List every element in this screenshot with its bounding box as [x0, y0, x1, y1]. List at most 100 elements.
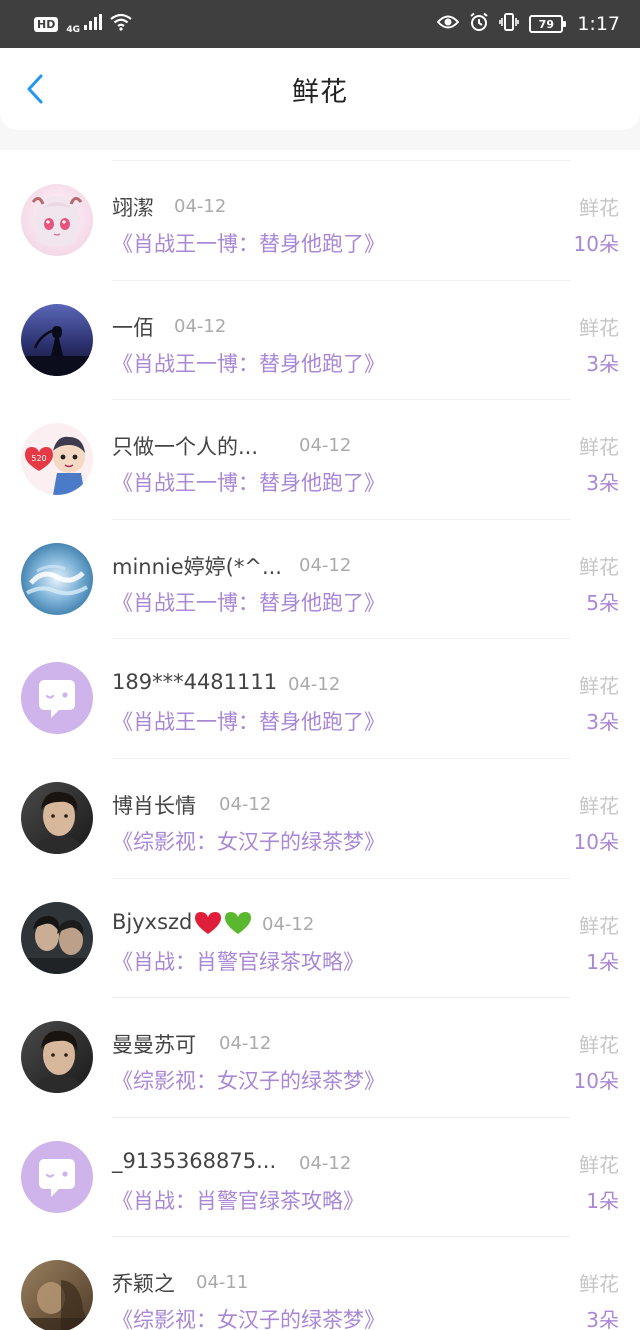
gift-row[interactable]: 189***4481111 04-12 《肖战王一博：替身他跑了》 鲜花 3朵: [0, 638, 640, 758]
portrait-avatar[interactable]: [21, 781, 93, 854]
row-divider: [112, 1116, 570, 1118]
book-title-link[interactable]: 《综影视：女汉子的绿茶梦》: [112, 1304, 385, 1330]
anime-girl-avatar[interactable]: [21, 184, 93, 256]
book-title-link[interactable]: 《肖战王一博：替身他跑了》: [112, 467, 385, 497]
gift-count: 1朵: [586, 1188, 619, 1213]
row-divider: [112, 877, 570, 879]
row-divider: [112, 1236, 570, 1238]
user-name: Bjyxszd: [112, 910, 252, 935]
gift-count: 10朵: [573, 829, 619, 854]
gift-date: 04-12: [174, 315, 227, 337]
svg-text:520: 520: [31, 454, 46, 463]
gift-row[interactable]: 翊潔 04-12 《肖战王一博：替身他跑了》 鲜花 10朵: [0, 160, 640, 280]
gift-count: 1朵: [586, 949, 619, 974]
portrait-avatar[interactable]: [21, 1021, 93, 1094]
gift-row[interactable]: 乔颖之 04-11 《综影视：女汉子的绿茶梦》 鲜花 3朵: [0, 1236, 640, 1330]
gift-type-label: 鲜花: [579, 913, 619, 938]
book-title-link[interactable]: 《肖战王一博：替身他跑了》: [112, 228, 385, 258]
ocean-avatar[interactable]: [21, 542, 93, 615]
row-divider: [112, 279, 570, 281]
green-heart-icon: [225, 911, 252, 934]
book-title-link[interactable]: 《肖战：肖警官绿茶攻略》: [112, 1185, 364, 1215]
gift-row[interactable]: 曼曼苏可 04-12 《综影视：女汉子的绿茶梦》 鲜花 10朵: [0, 997, 640, 1117]
row-divider: [112, 997, 570, 999]
row-divider: [112, 757, 570, 759]
alarm-icon: [469, 12, 489, 36]
user-name: 一佰: [112, 315, 154, 340]
nav-header: 鲜花: [0, 48, 640, 130]
book-title-link[interactable]: 《肖战：肖警官绿茶攻略》: [112, 946, 364, 976]
back-button[interactable]: [20, 74, 50, 104]
sepia-photo-avatar[interactable]: [21, 1260, 93, 1330]
user-name: 翊潔: [112, 196, 154, 220]
gift-count: 10朵: [573, 1069, 619, 1094]
gift-count: 3朵: [586, 1308, 619, 1330]
gift-count: 5朵: [586, 590, 619, 615]
gift-type-label: 鲜花: [579, 554, 619, 579]
eye-icon: [436, 14, 460, 34]
default-chat-avatar[interactable]: [21, 662, 93, 735]
page-title: 鲜花: [292, 76, 348, 108]
gift-row[interactable]: 博肖长情 04-12 《综影视：女汉子的绿茶梦》 鲜花 10朵: [0, 757, 640, 878]
gift-type-label: 鲜花: [579, 435, 619, 460]
cartoon-520-avatar[interactable]: 520: [21, 423, 93, 496]
gift-date: 04-12: [299, 435, 352, 457]
battery-indicator: 79: [529, 15, 567, 33]
gift-date: 04-12: [174, 196, 227, 217]
chevron-left-icon: [27, 74, 43, 104]
gift-count: 3朵: [586, 471, 619, 496]
gift-count: 3朵: [586, 351, 619, 376]
gift-row[interactable]: minnie婷婷(*^... 04-12 《肖战王一博：替身他跑了》 鲜花 5朵: [0, 518, 640, 639]
gift-type-label: 鲜花: [579, 196, 619, 220]
default-chat-avatar[interactable]: [21, 1140, 93, 1213]
user-name: 乔颖之: [112, 1272, 175, 1297]
vibrate-icon: [499, 12, 520, 36]
gift-date: 04-12: [219, 793, 272, 815]
heart-emoji-icons: [194, 911, 252, 935]
gift-type-label: 鲜花: [579, 315, 619, 340]
book-title-link[interactable]: 《肖战王一博：替身他跑了》: [112, 348, 385, 378]
hd-badge: HD: [34, 16, 59, 32]
user-name: _9135368875...: [112, 1148, 277, 1173]
header-area: 鲜花: [0, 48, 640, 150]
status-clock: 1:17: [577, 13, 620, 35]
red-heart-icon: [195, 911, 222, 934]
gift-type-label: 鲜花: [579, 1033, 619, 1058]
row-divider: [112, 518, 570, 520]
user-name: 只做一个人的...: [112, 435, 259, 460]
row-divider: [112, 399, 570, 401]
gift-count: 10朵: [573, 232, 619, 256]
gift-row[interactable]: Bjyxszd 04-12 《肖战：肖警官绿茶攻略》 鲜花 1朵: [0, 877, 640, 998]
gift-type-label: 鲜花: [579, 1152, 619, 1177]
gift-type-label: 鲜花: [579, 793, 619, 818]
book-title-link[interactable]: 《综影视：女汉子的绿茶梦》: [112, 1065, 385, 1095]
row-divider: [112, 160, 570, 161]
gift-date: 04-12: [219, 1033, 272, 1055]
row-divider: [112, 638, 570, 640]
book-title-link[interactable]: 《综影视：女汉子的绿茶梦》: [112, 826, 385, 856]
user-name: minnie婷婷(*^...: [112, 554, 282, 579]
wifi-icon: [110, 13, 132, 35]
gift-row[interactable]: 一佰 04-12 《肖战王一博：替身他跑了》 鲜花 3朵: [0, 279, 640, 400]
gift-type-label: 鲜花: [579, 1272, 619, 1297]
user-name: 曼曼苏可: [112, 1033, 196, 1058]
two-people-avatar[interactable]: [21, 901, 93, 974]
book-title-link[interactable]: 《肖战王一博：替身他跑了》: [112, 587, 385, 617]
book-title-link[interactable]: 《肖战王一博：替身他跑了》: [112, 706, 385, 736]
gift-date: 04-11: [196, 1272, 249, 1294]
gift-date: 04-12: [299, 554, 352, 576]
gift-row[interactable]: _9135368875... 04-12 《肖战：肖警官绿茶攻略》 鲜花 1朵: [0, 1116, 640, 1237]
gift-date: 04-12: [288, 674, 341, 696]
signal-icon: [84, 14, 102, 34]
gift-type-label: 鲜花: [579, 674, 619, 699]
gift-row[interactable]: 520 只做一个人的... 04-12 《肖战王一博：替身他跑了》 鲜花 3朵: [0, 399, 640, 519]
network-type: 4G: [66, 25, 80, 35]
gift-date: 04-12: [262, 913, 315, 935]
user-name: 博肖长情: [112, 793, 196, 818]
status-bar: HD 4G 79 1:17: [0, 0, 640, 48]
flower-gift-list: 翊潔 04-12 《肖战王一博：替身他跑了》 鲜花 10朵 一佰 04-12 《肖战王一博：替…: [0, 160, 640, 1330]
gift-count: 3朵: [586, 710, 619, 735]
user-name: 189***4481111: [112, 670, 278, 695]
night-silhouette-avatar[interactable]: [21, 303, 93, 376]
gift-date: 04-12: [299, 1152, 352, 1174]
